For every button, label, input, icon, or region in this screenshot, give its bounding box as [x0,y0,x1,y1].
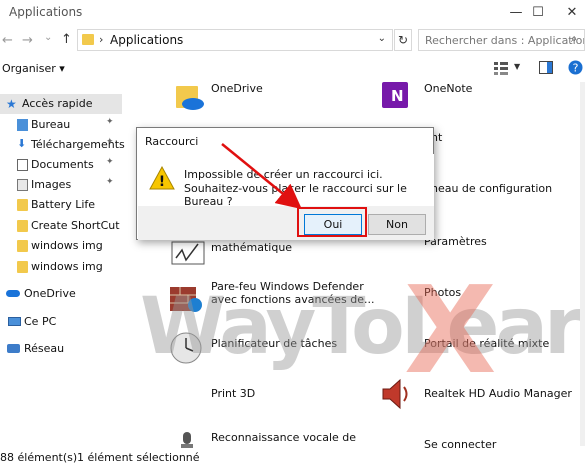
onenote-icon: N [382,82,408,108]
document-icon [17,159,28,171]
status-bar: 88 élément(s) 1 élément sélectionné [0,448,585,467]
dialog-title: Raccourci [145,135,199,148]
scrollbar[interactable] [580,82,585,446]
organise-menu[interactable]: Organiser ▾ [2,62,65,75]
cloud-icon [6,290,20,297]
address-dropdown-icon[interactable]: ⌄ [378,33,386,44]
no-button[interactable]: Non [368,214,426,235]
window-title: Applications [9,5,83,19]
back-arrow-icon[interactable]: ← [2,33,13,48]
sidebar-item-bureau[interactable]: Bureau ✦ [0,115,122,135]
app-onedrive[interactable]: OneDrive [211,82,263,96]
star-icon: ★ [6,97,17,111]
desktop-icon [17,119,28,131]
pin-icon[interactable]: ✦ [106,117,114,127]
sidebar-item-onedrive[interactable]: OneDrive [0,284,122,304]
app-control-panel[interactable]: nneau de configuration [424,182,552,196]
view-dropdown-icon[interactable]: ▼ [514,62,520,71]
watermark-logo: WayToLearn [140,282,585,372]
sidebar-item-this-pc[interactable]: Ce PC [0,312,122,332]
close-button[interactable]: ✕ [549,0,585,26]
refresh-button[interactable]: ↻ [394,29,412,51]
pin-icon[interactable]: ✦ [106,177,114,187]
onedrive-folder-icon [176,86,204,110]
app-sign-in[interactable]: Se connecter [424,438,496,448]
search-input[interactable]: Rechercher dans : Applications [418,29,585,51]
title-bar: Applications — ☐ ✕ [0,0,585,26]
recent-locations-icon[interactable]: ⌄ [44,32,52,43]
sidebar-item-create-shortcut[interactable]: Create ShortCut [0,216,122,236]
view-options-icon[interactable] [493,60,509,76]
folder-icon [17,261,28,273]
svg-text:N: N [391,87,404,105]
address-bar[interactable]: › Applications ⌄ [77,29,393,51]
network-icon [7,344,20,353]
app-onenote[interactable]: OneNote [424,82,472,96]
sidebar-item-windows-img-2[interactable]: windows img [0,257,122,277]
svg-text:?: ? [573,62,579,75]
search-icon[interactable]: ⌕ [571,32,577,46]
sidebar-item-documents[interactable]: Documents ✦ [0,155,122,175]
folder-icon [17,199,28,211]
folder-icon [17,220,28,232]
selection-count: 1 élément sélectionné [77,451,200,464]
warning-icon: ! [149,166,175,190]
sidebar-item-windows-img[interactable]: windows img [0,236,122,256]
pin-icon[interactable]: ✦ [106,137,114,147]
path-separator: › [99,33,104,46]
address-path[interactable]: Applications [110,33,183,47]
pin-icon[interactable]: ✦ [106,157,114,167]
folder-icon [82,34,94,45]
sidebar-item-downloads[interactable]: ⬇ Téléchargements ✦ [0,135,125,155]
svg-text:!: ! [159,174,165,190]
folder-icon [17,240,28,252]
sidebar-item-images[interactable]: Images ✦ [0,175,122,195]
microphone-icon [181,432,193,448]
sidebar-item-battery-life[interactable]: Battery Life [0,195,122,215]
math-input-icon [171,241,205,265]
watermark-x: X [404,262,497,401]
preview-pane-icon[interactable] [539,61,553,77]
app-speech-recognition[interactable]: Reconnaissance vocale de [211,431,356,445]
sidebar-item-quick-access[interactable]: ★ Accès rapide [0,94,122,114]
help-icon[interactable]: ? [568,60,583,76]
forward-arrow-icon[interactable]: → [22,33,33,48]
download-icon: ⬇ [17,137,27,150]
computer-icon [8,317,21,326]
sidebar-item-network[interactable]: Réseau [0,339,122,359]
up-arrow-icon[interactable]: ↑ [61,32,72,47]
item-count: 88 élément(s) [0,451,78,464]
navigation-pane: ★ Accès rapide Bureau ✦ ⬇ Téléchargement… [0,86,125,446]
annotation-arrow-icon [221,143,302,210]
app-math-input[interactable]: mathématique [211,241,292,255]
app-print-3d[interactable]: Print 3D [211,387,255,401]
pictures-icon [17,179,28,191]
